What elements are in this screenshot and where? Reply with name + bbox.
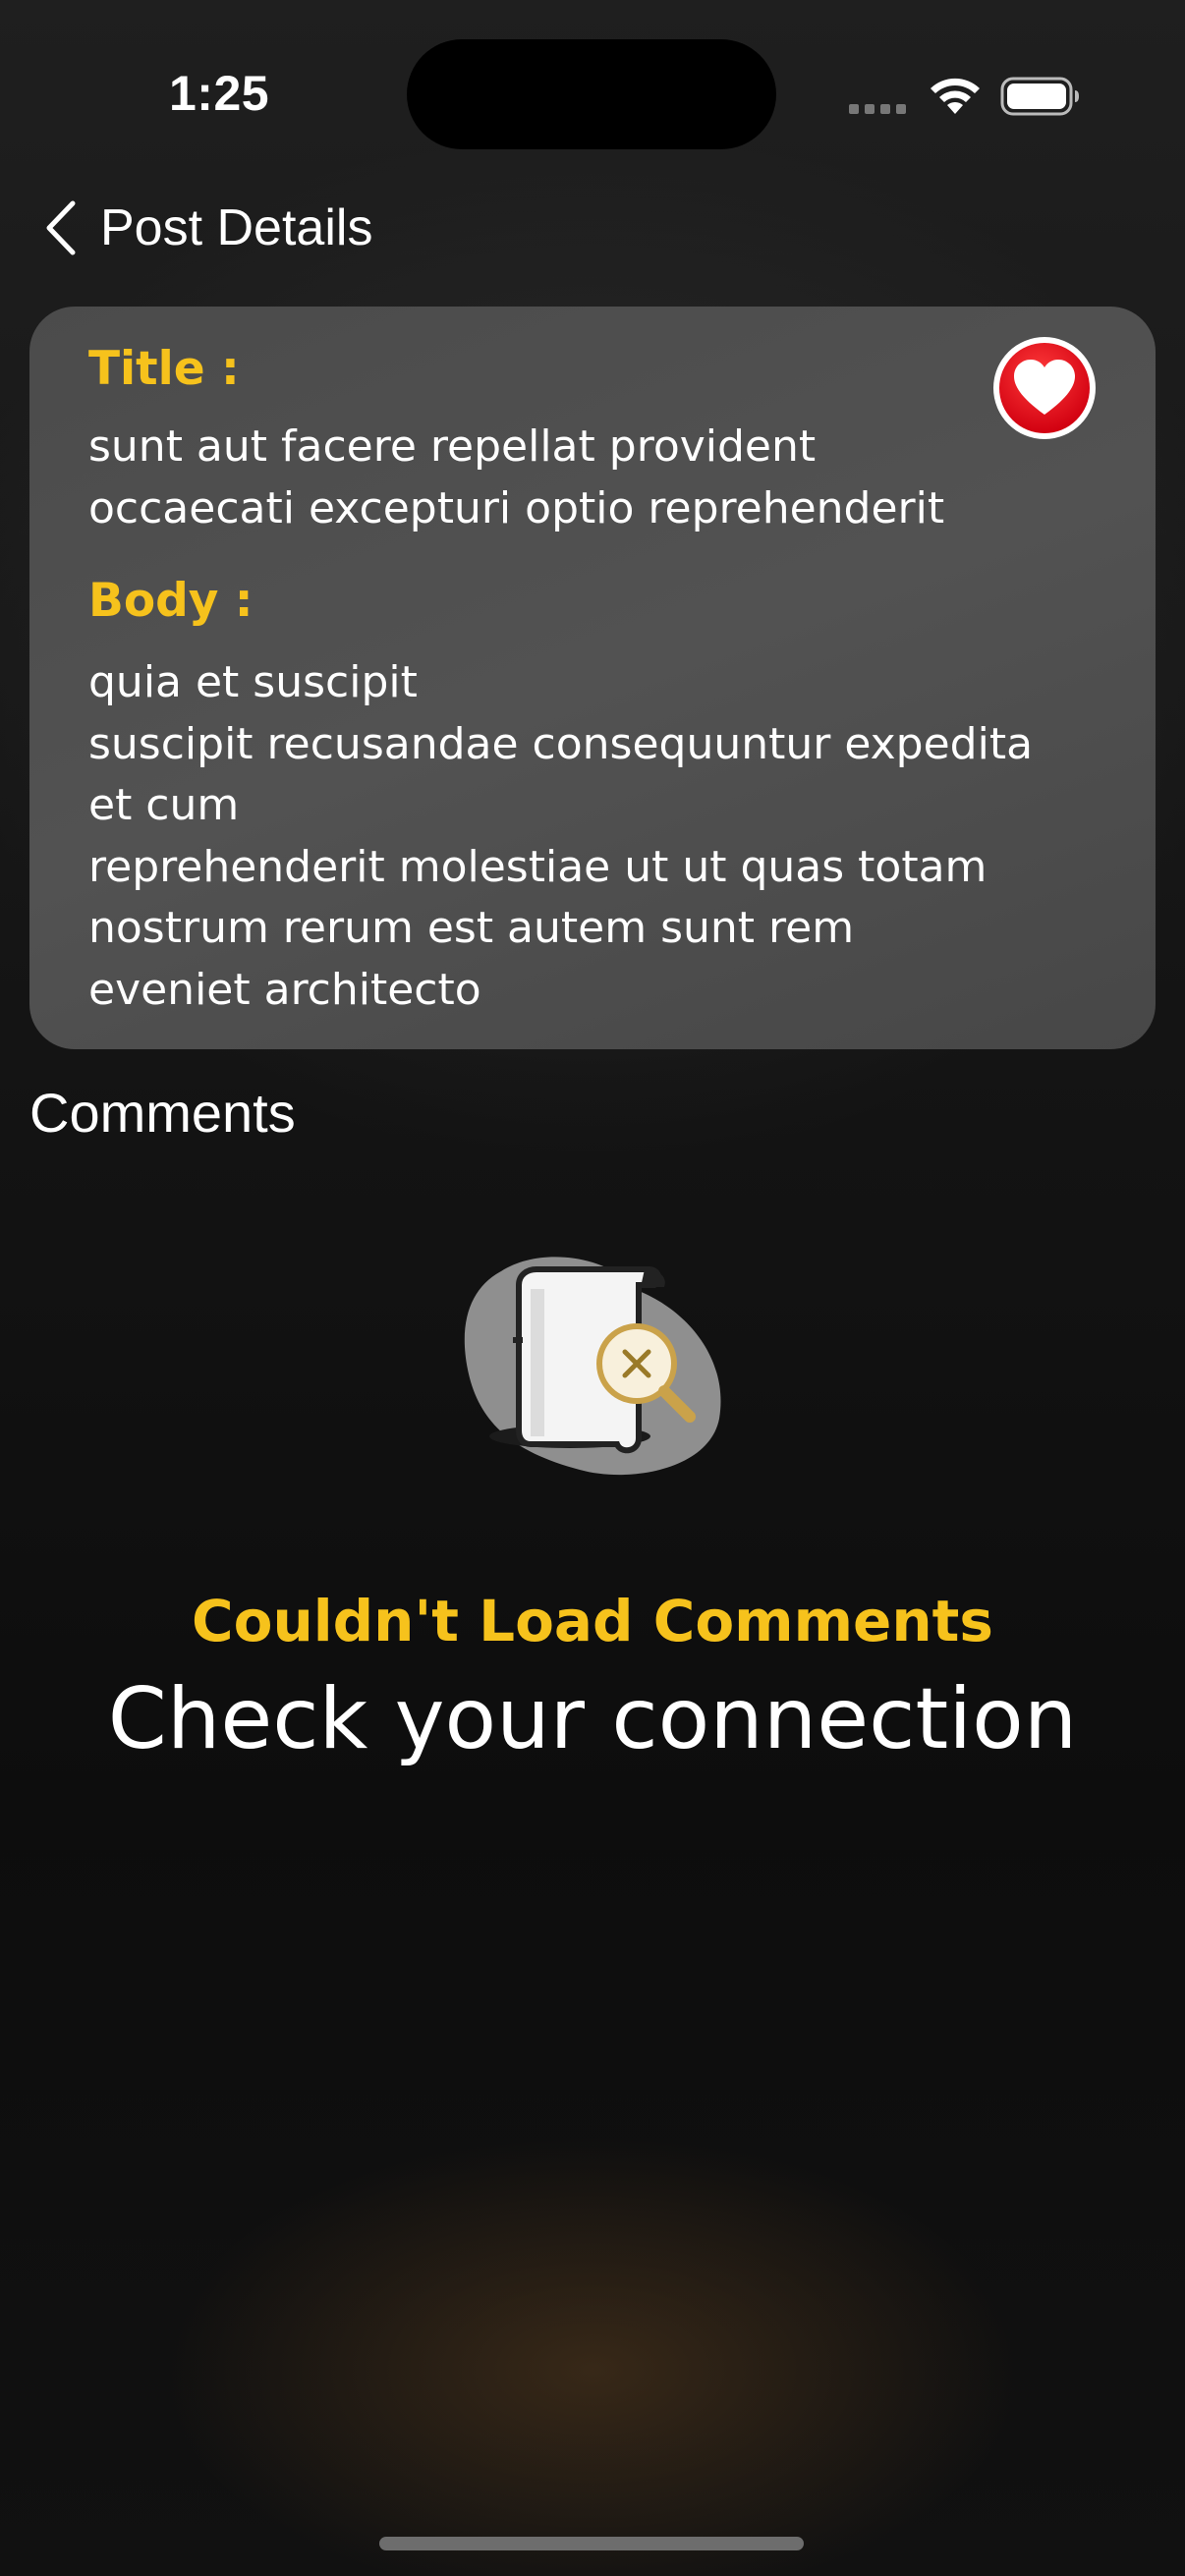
chevron-left-icon <box>46 200 76 255</box>
post-title-text: sunt aut facere repellat provident occae… <box>88 421 945 533</box>
navigation-bar: Post Details <box>0 187 1185 295</box>
favorite-button[interactable] <box>990 334 1099 442</box>
document-search-error-icon <box>464 1257 721 1476</box>
battery-icon <box>1000 77 1079 116</box>
home-indicator[interactable] <box>379 2537 804 2550</box>
comments-heading: Comments <box>29 1082 296 1144</box>
status-bar: 1:25 <box>0 0 1185 187</box>
error-title: Couldn't Load Comments <box>192 1588 993 1654</box>
post-body-text: quia et suscipit suscipit recusandae con… <box>88 657 1034 1015</box>
dynamic-island <box>407 39 776 149</box>
back-button[interactable]: Post Details <box>43 187 372 269</box>
post-card: Title : sunt aut facere repellat provide… <box>29 307 1156 1049</box>
cellular-signal-icon <box>849 104 908 114</box>
status-time: 1:25 <box>169 66 270 121</box>
error-subtitle: Check your connection <box>107 1670 1078 1768</box>
title-label: Title : <box>88 342 240 396</box>
page-title: Post Details <box>100 199 373 256</box>
body-label: Body : <box>88 574 254 628</box>
wifi-icon <box>931 78 980 114</box>
